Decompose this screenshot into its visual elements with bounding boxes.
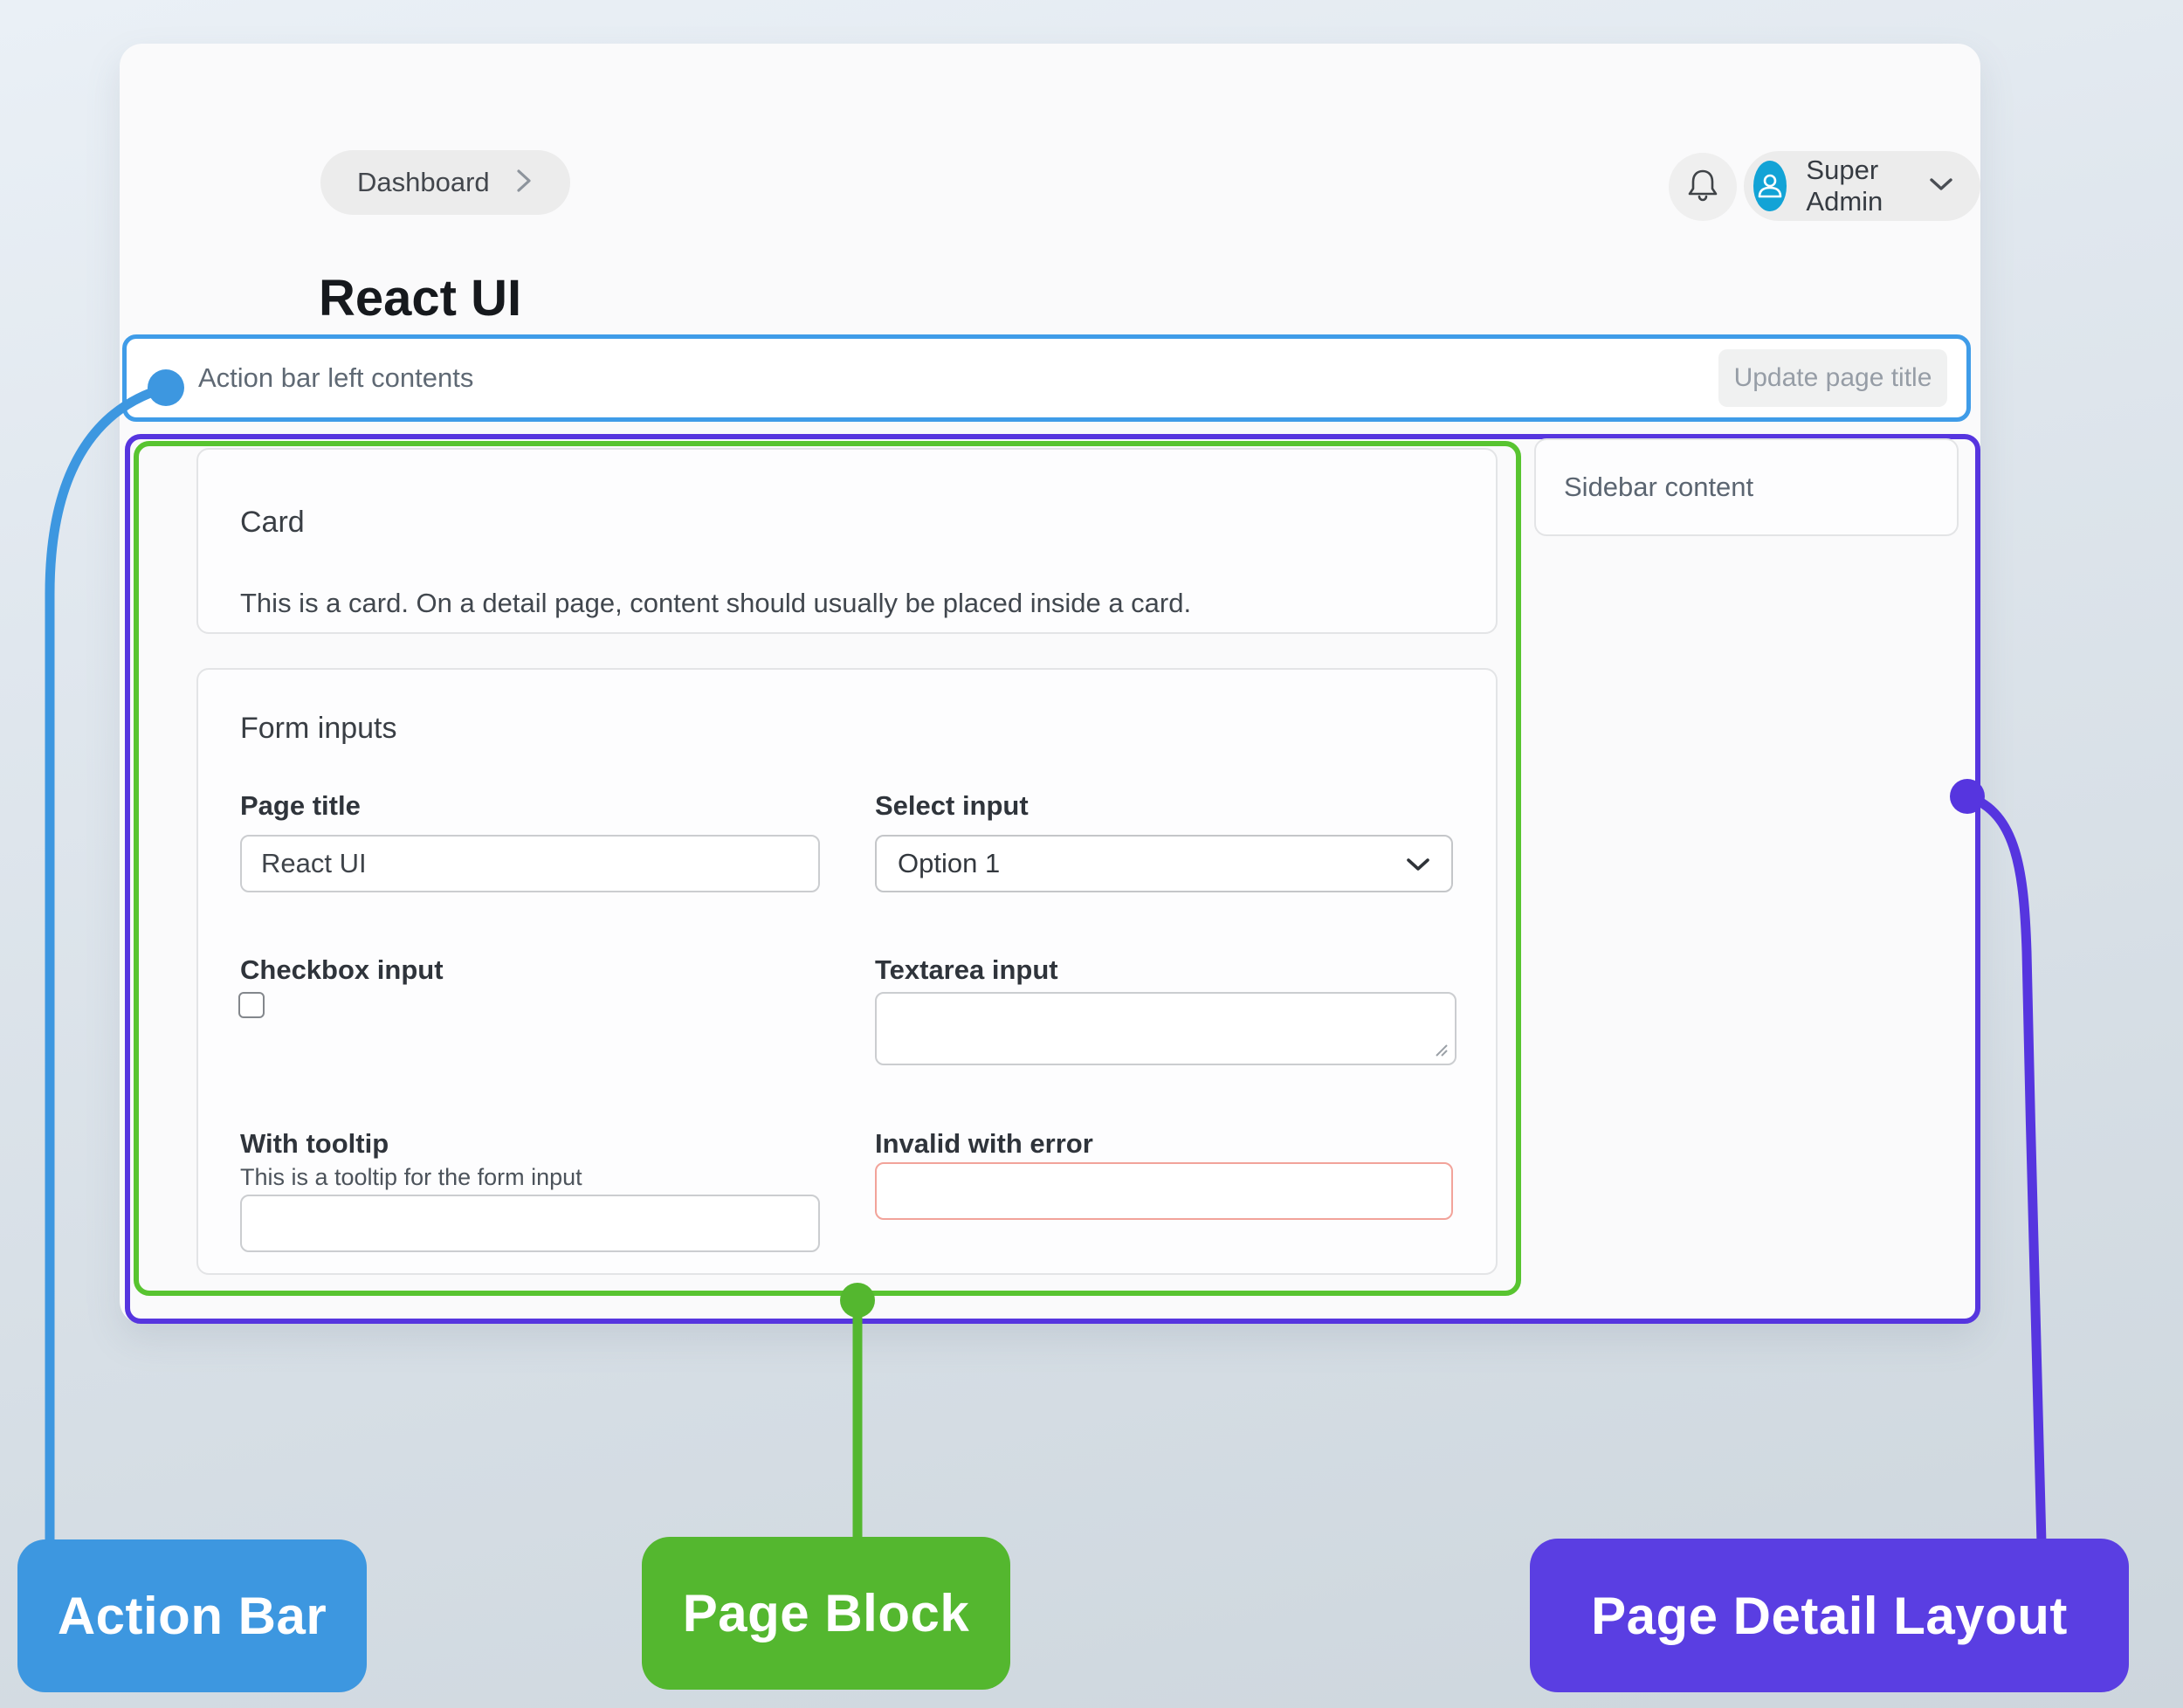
textarea-field-label: Textarea input [875, 954, 1058, 986]
card-title: Card [240, 506, 305, 540]
form-card-title: Form inputs [240, 712, 397, 746]
select-field-label: Select input [875, 790, 1029, 822]
notifications-button[interactable] [1669, 153, 1737, 221]
textarea-input[interactable] [875, 992, 1456, 1065]
select-value: Option 1 [898, 848, 1000, 879]
form-card: Form inputs Page title Select input Opti… [196, 668, 1498, 1275]
annotation-page-block: Page Block [642, 1537, 1010, 1690]
screenshot-root: Dashboard Super Admin [0, 0, 2183, 1708]
user-name: Super Admin [1806, 155, 1909, 217]
action-bar: Action bar left contents Update page tit… [122, 334, 1971, 422]
content-card: Card This is a card. On a detail page, c… [196, 448, 1498, 634]
breadcrumb-item-dashboard[interactable]: Dashboard [357, 167, 490, 198]
annotation-action-bar: Action Bar [17, 1539, 367, 1692]
page-title: React UI [319, 269, 521, 327]
invalid-input[interactable] [875, 1162, 1453, 1220]
bell-icon [1685, 166, 1720, 209]
tooltip-input[interactable] [240, 1195, 820, 1252]
annotation-page-detail-layout: Page Detail Layout [1530, 1539, 2129, 1692]
checkbox-input[interactable] [238, 992, 265, 1018]
action-bar-left-contents: Action bar left contents [198, 362, 473, 394]
update-page-title-button[interactable]: Update page title [1718, 349, 1947, 407]
card-body-text: This is a card. On a detail page, conten… [240, 588, 1191, 619]
checkbox-field-label: Checkbox input [240, 954, 444, 986]
sidebar-content-text: Sidebar content [1564, 472, 1753, 503]
page-title-field-label: Page title [240, 790, 361, 822]
avatar [1753, 161, 1787, 211]
sidebar-card: Sidebar content [1534, 438, 1959, 536]
select-input[interactable]: Option 1 [875, 835, 1453, 892]
breadcrumb[interactable]: Dashboard [320, 150, 570, 215]
select-chevron-icon [1406, 848, 1430, 879]
error-field-label: Invalid with error [875, 1128, 1093, 1160]
chevron-down-icon [1928, 176, 1954, 197]
tooltip-helper-text: This is a tooltip for the form input [240, 1164, 582, 1191]
page-title-input[interactable] [240, 835, 820, 892]
tooltip-field-label: With tooltip [240, 1128, 389, 1160]
user-menu[interactable]: Super Admin [1744, 151, 1980, 221]
chevron-right-icon [514, 166, 534, 200]
